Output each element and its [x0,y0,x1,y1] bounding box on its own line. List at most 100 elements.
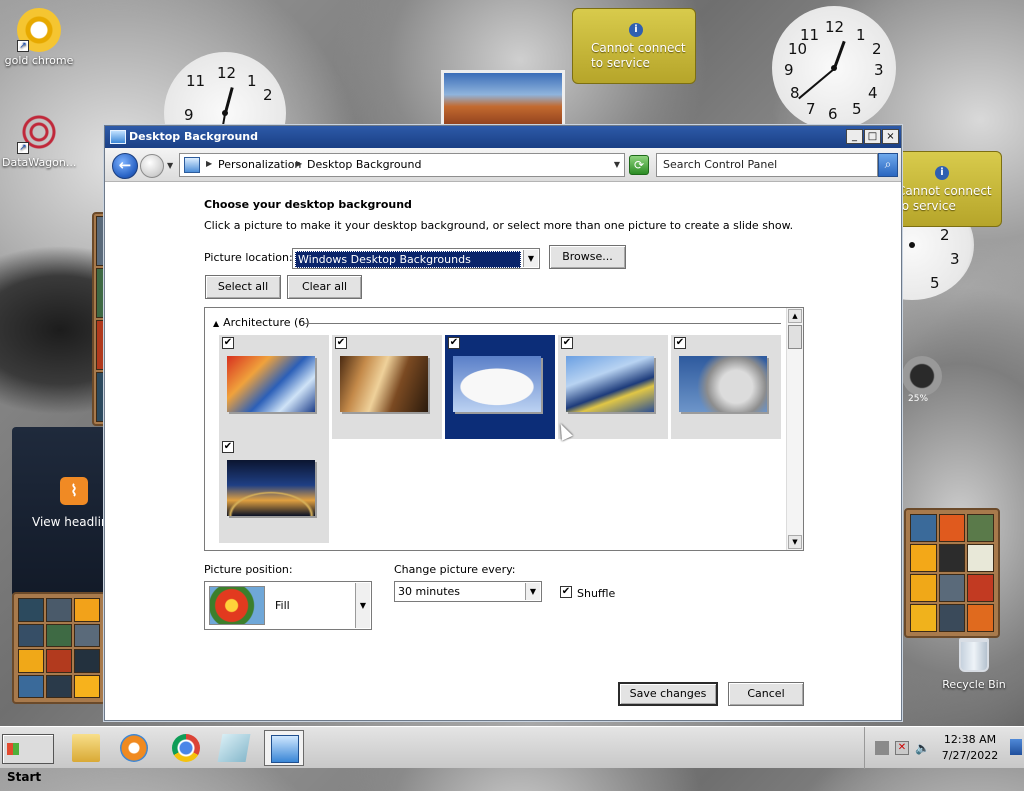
picture-puzzle-gadget[interactable] [12,592,106,704]
weather-message: Cannot connect to service [897,184,992,213]
start-button[interactable]: Start [2,734,54,784]
folder-icon [72,734,100,762]
wallpaper-image [566,356,654,412]
wallpaper-image [227,460,315,516]
control-panel-icon [184,157,200,173]
picture-position-label: Picture position: [204,563,293,576]
collapse-icon[interactable]: ▲ [213,319,219,328]
thumbnail-checkbox[interactable]: ✔ [222,441,234,453]
clock-gadget[interactable]: 12 1 2 3 4 5 6 7 8 9 10 11 [772,6,896,130]
weather-gadget[interactable]: i Cannot connect to service [572,8,696,84]
wallpaper-thumbnail[interactable]: ✔ [332,335,442,439]
wallpaper-thumbnail[interactable]: ✔ [558,335,668,439]
picture-location-value: Windows Desktop Backgrounds [295,251,521,268]
recent-pages-dropdown[interactable]: ▼ [167,161,173,170]
notepad-icon [217,734,251,762]
shuffle-checkbox[interactable]: ✔ [560,586,572,598]
close-button[interactable]: × [882,129,899,144]
chevron-right-icon[interactable]: ▶ [206,159,212,168]
wallpaper-thumbnail[interactable]: ✔ [219,439,329,543]
taskbar-explorer[interactable] [66,730,106,766]
gold-chrome-icon: ↗ [17,8,61,52]
taskbar-media-player[interactable] [114,730,154,766]
minimize-button[interactable]: _ [846,129,863,144]
desktop-icon-label: DataWagon... [2,156,77,169]
search-icon[interactable]: ⌕ [878,153,898,177]
show-desktop-button[interactable] [1010,739,1022,755]
picture-location-select[interactable]: Windows Desktop Backgrounds ▼ [292,248,540,269]
recycle-bin[interactable]: Recycle Bin [934,638,1014,691]
scroll-down-icon[interactable]: ▼ [788,535,802,549]
select-all-button[interactable]: Select all [205,275,281,299]
feed-headlines-gadget[interactable]: ⌇ View headlin [12,427,109,597]
breadcrumb-personalization[interactable]: Personalization [218,158,301,171]
back-button[interactable]: ← [112,153,138,179]
wallpaper-thumbnail[interactable]: ✔ [671,335,781,439]
slideshow-gadget[interactable] [441,70,565,130]
change-picture-interval-select[interactable]: 30 minutes ▼ [394,581,542,602]
picture-puzzle-gadget[interactable] [904,508,1000,638]
chevron-down-icon[interactable]: ▼ [523,250,538,267]
breadcrumb-desktop-background[interactable]: Desktop Background [307,158,422,171]
main-content: Choose your desktop background Click a p… [105,182,901,720]
wallpaper-thumbnail-selected[interactable]: ✔ [445,335,555,439]
chevron-down-icon[interactable]: ▼ [614,160,620,169]
taskbar: Start ✕ 🔈 12:38 AM 7/27/2022 [0,726,1024,784]
browse-button[interactable]: Browse... [549,245,626,269]
desktop-background-window: Desktop Background _ □ × ← ▼ ▶ Personali… [104,125,902,721]
media-player-icon [120,734,148,762]
desktop-icon-label: gold chrome [4,54,74,67]
cancel-button[interactable]: Cancel [728,682,804,706]
recycle-bin-icon [959,638,989,672]
window-title: Desktop Background [129,130,259,143]
chevron-down-icon[interactable]: ▼ [355,583,370,628]
save-changes-button[interactable]: Save changes [618,682,718,706]
chevron-down-icon[interactable]: ▼ [525,583,540,600]
forward-button[interactable] [140,154,164,178]
thumbnail-checkbox[interactable]: ✔ [335,337,347,349]
picture-gallery: ▲ Architecture (6) ✔ ✔ ✔ ✔ ✔ ✔ ▲ ▼ [204,307,804,551]
clock-date[interactable]: 7/27/2022 [931,749,1009,762]
desktop-icon-datawagon[interactable]: ↗ DataWagon... [2,110,76,169]
thumbnail-checkbox[interactable]: ✔ [674,337,686,349]
control-panel-icon [110,130,126,144]
taskbar-notepad[interactable] [214,730,254,766]
wallpaper-image [453,356,541,412]
search-input[interactable]: Search Control Panel [656,153,878,177]
breadcrumb[interactable]: ▶ Personalization ▶ Desktop Background ▼ [179,153,625,177]
cpu-meter-gadget[interactable]: 25% [902,356,942,404]
thumbnail-checkbox[interactable]: ✔ [222,337,234,349]
shortcut-arrow-icon: ↗ [17,142,29,154]
clock-minute-hand [798,68,835,100]
picture-position-select[interactable]: Fill ▼ [204,581,372,630]
wallpaper-image [227,356,315,412]
info-icon: i [629,23,643,37]
scroll-thumb[interactable] [788,325,802,349]
network-icon[interactable] [875,741,889,755]
scroll-up-icon[interactable]: ▲ [788,309,802,323]
taskbar-control-panel[interactable] [264,730,304,766]
chevron-right-icon[interactable]: ▶ [296,159,302,168]
wallpaper-thumbnail[interactable]: ✔ [219,335,329,439]
feed-headlines-label: View headlin [32,515,109,529]
clear-all-button[interactable]: Clear all [287,275,362,299]
thumbnail-checkbox[interactable]: ✔ [448,337,460,349]
desktop-icon-gold-chrome[interactable]: ↗ gold chrome [2,8,76,67]
position-preview-image [209,586,265,625]
title-bar[interactable]: Desktop Background _ □ × [105,126,901,148]
clock-time[interactable]: 12:38 AM [931,733,1009,746]
volume-icon[interactable]: 🔈 [915,741,930,755]
wallpaper-image [340,356,428,412]
picture-location-label: Picture location: [204,251,293,264]
change-picture-value: 30 minutes [398,585,461,598]
action-center-icon[interactable]: ✕ [895,741,909,755]
gallery-scrollbar[interactable]: ▲ ▼ [786,308,803,550]
refresh-button[interactable]: ⟳ [629,155,649,175]
maximize-button[interactable]: □ [864,129,881,144]
rss-icon: ⌇ [60,477,88,505]
cpu-meter-value: 25% [908,394,929,404]
page-description: Click a picture to make it your desktop … [204,219,794,232]
thumbnail-checkbox[interactable]: ✔ [561,337,573,349]
taskbar-chrome[interactable] [166,730,206,766]
group-header-architecture[interactable]: ▲ Architecture (6) [213,316,310,329]
